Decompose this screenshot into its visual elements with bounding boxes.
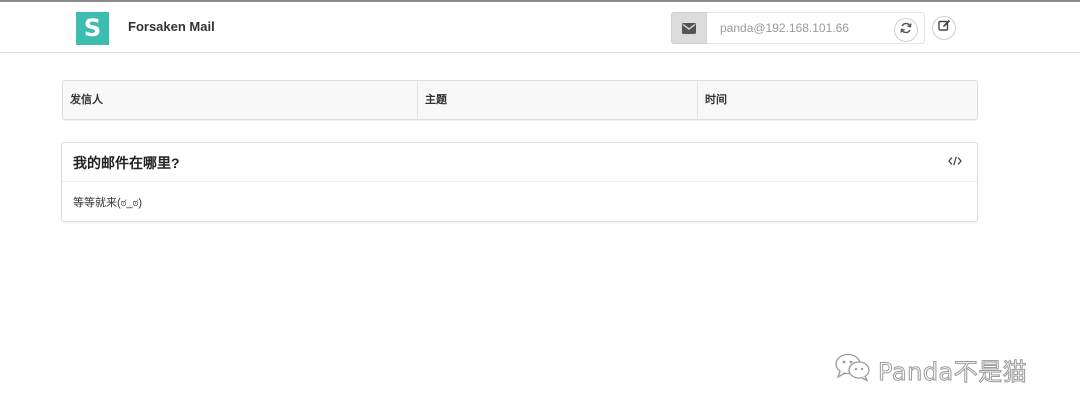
edit-icon — [937, 19, 951, 37]
column-sender[interactable]: 发信人 — [63, 81, 417, 119]
refresh-button[interactable] — [894, 18, 918, 42]
column-time[interactable]: 时间 — [697, 81, 977, 119]
app-logo[interactable]: S — [76, 12, 109, 45]
refresh-icon — [900, 21, 912, 39]
message-card-header: 我的邮件在哪里? — [62, 143, 977, 182]
wechat-icon — [834, 352, 872, 387]
message-card: 我的邮件在哪里? 等等就来(ಠ_ಠ) — [61, 142, 978, 222]
mail-table-header: 发信人 主题 时间 — [62, 80, 978, 120]
top-navbar: S Forsaken Mail — [0, 0, 1080, 53]
address-group — [671, 12, 925, 44]
view-source-button[interactable] — [947, 155, 963, 169]
code-icon — [948, 153, 962, 171]
envelope-icon — [671, 12, 707, 44]
address-input[interactable] — [707, 12, 925, 44]
compose-button[interactable] — [932, 16, 956, 40]
column-subject[interactable]: 主题 — [417, 81, 697, 119]
message-body: 等等就来(ಠ_ಠ) — [73, 197, 143, 209]
watermark-text: Panda不是猫 — [877, 358, 1028, 387]
message-card-body: 等等就来(ಠ_ಠ) — [62, 182, 977, 221]
app-name[interactable]: Forsaken Mail — [128, 19, 215, 34]
message-title: 我的邮件在哪里? — [73, 155, 180, 171]
watermark: Panda不是猫 — [834, 352, 1027, 387]
